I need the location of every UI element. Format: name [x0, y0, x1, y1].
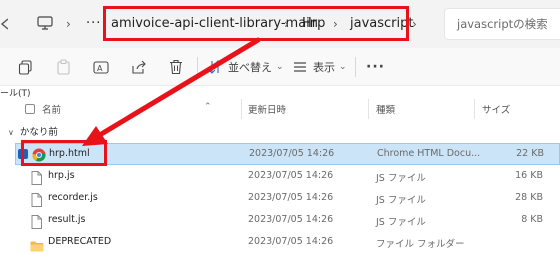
annotation-arrow [82, 37, 261, 146]
